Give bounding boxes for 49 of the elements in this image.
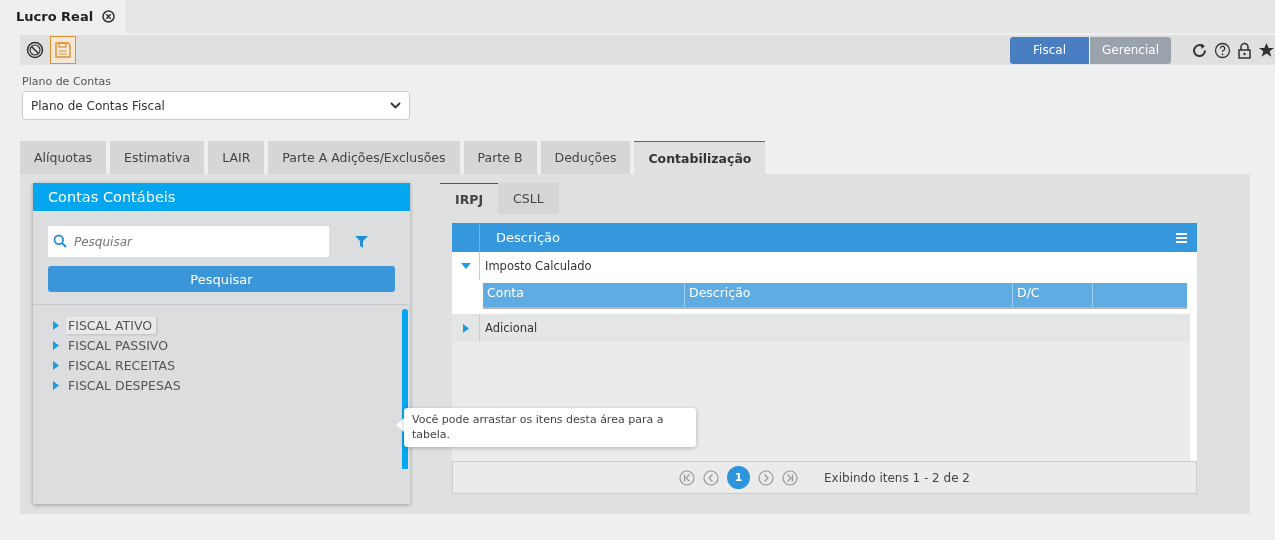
mode-toggle[interactable]: Fiscal: [1010, 36, 1090, 64]
help-icon[interactable]: [1214, 41, 1231, 59]
tab[interactable]: Estimativa: [110, 141, 205, 174]
field-label: Plano de Contas: [22, 75, 113, 88]
panel-title: Contas Contábeis: [33, 183, 410, 211]
document-tab[interactable]: Lucro Real: [0, 0, 126, 33]
menu-icon[interactable]: [1176, 232, 1187, 243]
caret-right-icon[interactable]: [53, 381, 59, 390]
refresh-icon[interactable]: [1191, 41, 1208, 59]
previous-page-icon[interactable]: [703, 469, 720, 486]
search-field[interactable]: Pesquisar: [48, 226, 329, 257]
tab[interactable]: CSLL: [498, 183, 559, 214]
tree-item[interactable]: FISCAL ATIVO: [66, 317, 157, 334]
lock-icon[interactable]: [1237, 41, 1252, 59]
scrollbar[interactable]: [1190, 252, 1197, 461]
caret-right-icon[interactable]: [53, 361, 59, 370]
tab[interactable]: LAIR: [208, 141, 265, 174]
document-title: Lucro Real: [16, 9, 94, 24]
close-icon[interactable]: [102, 10, 116, 23]
save-button[interactable]: [50, 36, 76, 64]
grid-row[interactable]: Adicional: [452, 314, 1190, 342]
tree-item[interactable]: FISCAL RECEITAS: [66, 357, 180, 374]
chevron-down-icon: [390, 102, 401, 109]
row-label: Imposto Calculado: [484, 259, 592, 273]
save-icon: [54, 41, 72, 59]
caret-right-icon[interactable]: [53, 321, 59, 330]
last-page-icon[interactable]: [782, 469, 799, 486]
tab[interactable]: Alíquotas: [20, 141, 107, 174]
grid-row[interactable]: Imposto Calculado: [452, 252, 1190, 280]
row-label: Adicional: [484, 321, 538, 335]
tab[interactable]: Parte A Adições/Exclusões: [268, 141, 460, 174]
tooltip-pointer: [396, 418, 404, 432]
star-icon[interactable]: [1258, 41, 1275, 59]
tree-item[interactable]: FISCAL PASSIVO: [66, 337, 173, 354]
first-page-icon[interactable]: [679, 469, 696, 486]
tab[interactable]: Contabilização: [634, 141, 766, 174]
next-page-icon[interactable]: [758, 469, 775, 486]
caret-right-icon[interactable]: [53, 341, 59, 350]
tab[interactable]: Deduções: [540, 141, 631, 174]
search-icon: [53, 234, 67, 248]
cancel-icon[interactable]: [26, 41, 44, 59]
filter-icon[interactable]: [355, 235, 368, 248]
caret-right-icon[interactable]: [462, 323, 469, 333]
caret-down-icon[interactable]: [460, 263, 471, 269]
tooltip: Você pode arrastar os itens desta área para a tabela.: [404, 408, 696, 447]
tab[interactable]: Parte B: [463, 141, 537, 174]
tree-item[interactable]: FISCAL DESPESAS: [66, 377, 185, 394]
plan-dropdown[interactable]: Plano de Contas Fiscal: [22, 91, 410, 120]
pager-info: Exibindo itens 1 - 2 de 2: [824, 470, 970, 485]
